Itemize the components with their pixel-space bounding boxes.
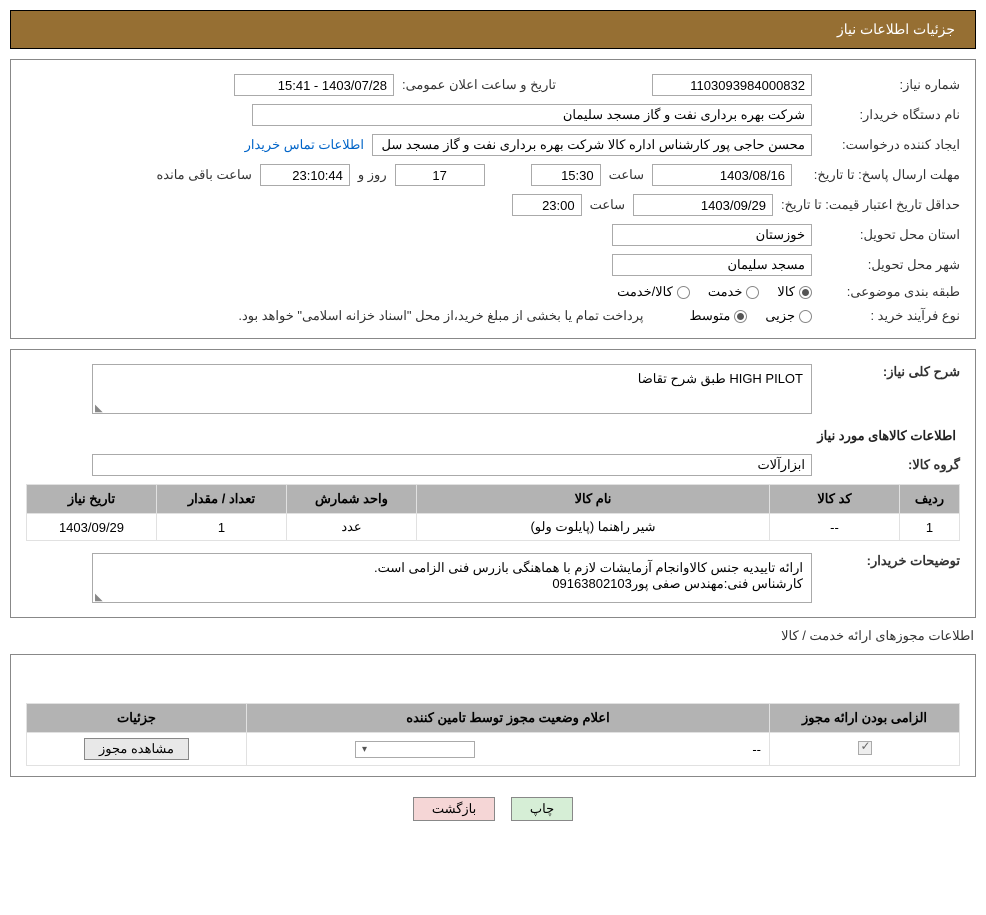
status-placeholder: -- (481, 742, 761, 757)
resize-grip-icon[interactable] (95, 401, 105, 411)
goods-table: ردیف کد کالا نام کالا واحد شمارش تعداد /… (26, 484, 960, 541)
price-validity-date-value: 1403/09/29 (633, 194, 773, 216)
requester-value: محسن حاجی پور کارشناس اداره کالا شرکت به… (372, 134, 812, 156)
print-button[interactable]: چاپ (511, 797, 573, 821)
province-label: استان محل تحویل: (820, 227, 960, 243)
announce-date-value: 1403/07/28 - 15:41 (234, 74, 394, 96)
td-details: مشاهده مجوز (27, 733, 247, 766)
radio-goods-label: کالا (777, 284, 795, 300)
buyer-notes-line2: کارشناس فنی:مهندس صفی پور09163802103 (101, 576, 803, 592)
buyer-contact-link[interactable]: اطلاعات تماس خریدار (245, 137, 364, 153)
radio-medium[interactable]: متوسط (689, 308, 747, 324)
days-and-label: روز و (358, 167, 387, 183)
td-qty: 1 (157, 514, 287, 541)
th-details: جزئیات (27, 704, 247, 733)
goods-group-value: ابزارآلات (92, 454, 812, 476)
buyer-notes-value: ارائه تاییدیه جنس کالاوانجام آزمایشات لا… (92, 553, 812, 603)
page-title: جزئیات اطلاعات نیاز (10, 10, 976, 49)
license-table: الزامی بودن ارائه مجوز اعلام وضعیت مجوز … (26, 703, 960, 766)
time-label-1: ساعت (609, 167, 644, 183)
general-desc-value: HIGH PILOT طبق شرح تقاضا (92, 364, 812, 414)
th-need-date: تاریخ نیاز (27, 485, 157, 514)
radio-dot-icon (799, 286, 812, 299)
radio-goods-service[interactable]: کالا/خدمت (617, 284, 690, 300)
th-mandatory: الزامی بودن ارائه مجوز (770, 704, 960, 733)
radio-service[interactable]: خدمت (708, 284, 760, 300)
buyer-org-label: نام دستگاه خریدار: (820, 107, 960, 123)
radio-dot-icon (677, 286, 690, 299)
buyer-org-value: شرکت بهره برداری نفت و گاز مسجد سلیمان (252, 104, 812, 126)
th-qty: تعداد / مقدار (157, 485, 287, 514)
description-box: شرح کلی نیاز: HIGH PILOT طبق شرح تقاضا ا… (10, 349, 976, 618)
price-validity-label: حداقل تاریخ اعتبار قیمت: تا تاریخ: (781, 197, 960, 213)
countdown-value: 23:10:44 (260, 164, 350, 186)
chevron-down-icon: ▾ (362, 744, 367, 755)
th-code: کد کالا (770, 485, 900, 514)
goods-group-label: گروه کالا: (820, 457, 960, 473)
radio-partial[interactable]: جزیی (765, 308, 812, 324)
need-number-label: شماره نیاز: (820, 77, 960, 93)
price-validity-time-value: 23:00 (512, 194, 582, 216)
need-number-value: 1103093984000832 (652, 74, 812, 96)
response-date-value: 1403/08/16 (652, 164, 792, 186)
td-mandatory (770, 733, 960, 766)
general-desc-text: HIGH PILOT طبق شرح تقاضا (638, 371, 803, 386)
radio-service-label: خدمت (708, 284, 743, 300)
radio-medium-label: متوسط (689, 308, 730, 324)
general-desc-label: شرح کلی نیاز: (820, 364, 960, 380)
buyer-notes-label: توضیحات خریدار: (820, 553, 960, 569)
radio-goods-service-label: کالا/خدمت (617, 284, 673, 300)
radio-dot-icon (799, 310, 812, 323)
th-unit: واحد شمارش (287, 485, 417, 514)
td-need-date: 1403/09/29 (27, 514, 157, 541)
th-row: ردیف (900, 485, 960, 514)
td-row: 1 (900, 514, 960, 541)
checkbox-mandatory (858, 741, 872, 755)
table-row: -- ▾ مشاهده مجوز (27, 733, 960, 766)
response-time-value: 15:30 (531, 164, 601, 186)
payment-note: پرداخت تمام یا بخشی از مبلغ خرید،از محل … (238, 308, 643, 324)
hours-remain-label: ساعت باقی مانده (156, 167, 251, 183)
radio-partial-label: جزیی (765, 308, 795, 324)
days-remain-value: 17 (395, 164, 485, 186)
city-label: شهر محل تحویل: (820, 257, 960, 273)
goods-info-heading: اطلاعات کالاهای مورد نیاز (26, 418, 960, 450)
city-value: مسجد سلیمان (612, 254, 812, 276)
resize-grip-icon[interactable] (95, 590, 105, 600)
footer-buttons: چاپ بازگشت (0, 787, 986, 841)
radio-dot-icon (746, 286, 759, 299)
purchase-process-label: نوع فرآیند خرید : (820, 308, 960, 324)
radio-dot-icon (734, 310, 747, 323)
license-section-header: اطلاعات مجوزهای ارائه خدمت / کالا (12, 628, 974, 644)
time-label-2: ساعت (590, 197, 625, 213)
th-status: اعلام وضعیت مجوز توسط تامین کننده (247, 704, 770, 733)
td-name: شیر راهنما (پایلوت ولو) (417, 514, 770, 541)
td-unit: عدد (287, 514, 417, 541)
license-box: الزامی بودن ارائه مجوز اعلام وضعیت مجوز … (10, 654, 976, 777)
announce-date-label: تاریخ و ساعت اعلان عمومی: (402, 77, 556, 93)
subject-class-label: طبقه بندی موضوعی: (820, 284, 960, 300)
td-status: -- ▾ (247, 733, 770, 766)
back-button[interactable]: بازگشت (413, 797, 495, 821)
response-deadline-label: مهلت ارسال پاسخ: تا تاریخ: (800, 167, 960, 183)
buyer-notes-line1: ارائه تاییدیه جنس کالاوانجام آزمایشات لا… (101, 560, 803, 576)
page-title-text: جزئیات اطلاعات نیاز (837, 21, 955, 37)
table-row: 1 -- شیر راهنما (پایلوت ولو) عدد 1 1403/… (27, 514, 960, 541)
main-details-box: شماره نیاز: 1103093984000832 تاریخ و ساع… (10, 59, 976, 339)
view-license-button[interactable]: مشاهده مجوز (84, 738, 189, 760)
status-select[interactable]: ▾ (355, 741, 475, 758)
th-name: نام کالا (417, 485, 770, 514)
requester-label: ایجاد کننده درخواست: (820, 137, 960, 153)
radio-goods[interactable]: کالا (777, 284, 812, 300)
province-value: خوزستان (612, 224, 812, 246)
td-code: -- (770, 514, 900, 541)
